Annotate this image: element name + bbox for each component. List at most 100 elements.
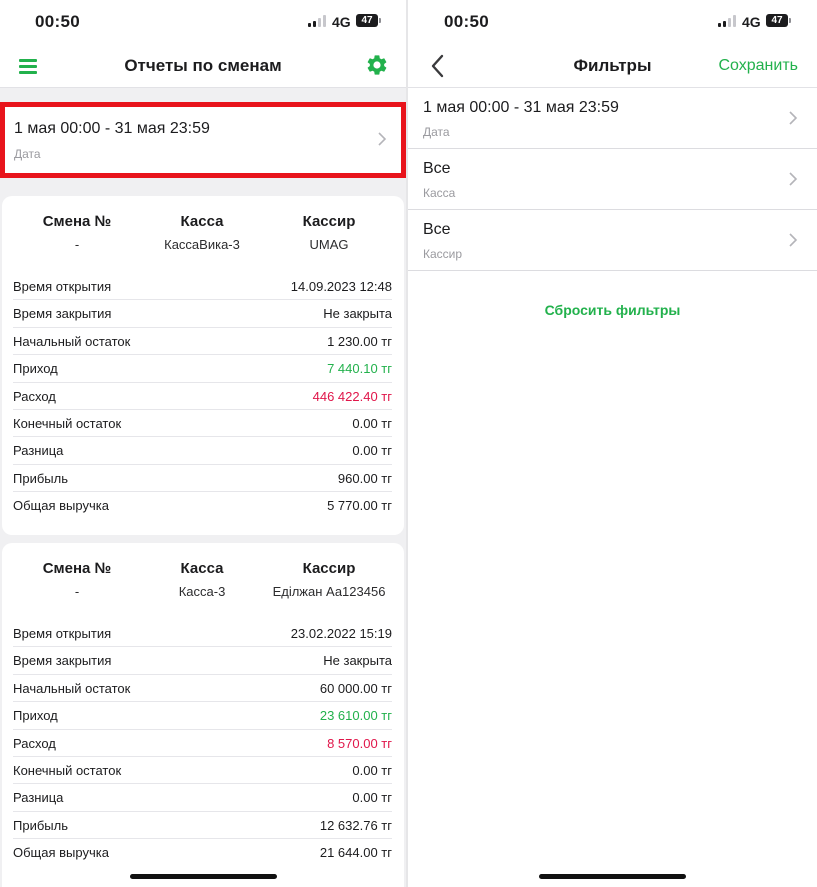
filter-caption: Кассир [423,247,463,261]
total-revenue-row: Общая выручка 5 770.00 тг [13,492,392,519]
signal-icon [718,15,736,27]
register-label: Касса [180,560,224,577]
shift-details: Время открытия 14.09.2023 12:48 Время зак… [13,273,392,520]
row-value: 0.00 тг [352,415,392,431]
row-label: Начальный остаток [13,333,131,349]
nav-bar: Фильтры Сохранить [408,44,817,88]
nav-bar: Отчеты по сменам [0,44,406,88]
row-label: Конечный остаток [13,415,122,431]
shift-card[interactable]: Смена № - Касса Касса-3 Кассир Еділжан А… [2,543,404,887]
row-value: 14.09.2023 12:48 [290,279,392,294]
row-label: Расход [13,388,56,404]
income-row: Приход 23 610.00 тг [13,702,392,730]
cashier-value: UMAG [309,237,349,252]
difference-row: Разница 0.00 тг [13,437,392,465]
cashier-column: Кассир UMAG [264,213,394,252]
date-range-value: 1 мая 00:00 - 31 мая 23:59 [14,120,210,137]
difference-row: Разница 0.00 тг [13,784,392,812]
save-button[interactable]: Сохранить [718,57,798,75]
expense-row: Расход 446 422.40 тг [13,383,392,410]
register-filter-item[interactable]: Все Касса [408,149,817,210]
chevron-right-icon [789,233,798,247]
expense-value: 8 570.00 тг [327,735,392,751]
shift-number-value: - [74,584,80,599]
total-revenue-row: Общая выручка 21 644.00 тг [13,839,392,866]
opening-time-row: Время открытия 14.09.2023 12:48 [13,273,392,301]
shift-reports-screen: 00:50 4G 47 Отчеты по сменам 1 мая 00:00… [0,0,406,887]
filters-screen: 00:50 4G 47 Фильтры Сохранить 1 мая 00:0… [408,0,817,887]
row-value: 0.00 тг [352,790,392,806]
reset-filters-button[interactable]: Сбросить фильтры [408,302,817,318]
row-label: Прибыль [13,470,68,486]
shift-card[interactable]: Смена № - Касса КассаВика-3 Кассир UMAG … [2,196,404,535]
row-value: 0.00 тг [352,762,392,778]
gear-icon[interactable] [365,53,389,77]
register-value: КассаВика-3 [164,237,240,252]
date-filter-card[interactable]: 1 мая 00:00 - 31 мая 23:59 Дата [0,102,406,178]
row-label: Время открытия [13,626,112,641]
filter-value: 1 мая 00:00 - 31 мая 23:59 [423,99,619,116]
income-row: Приход 7 440.10 тг [13,355,392,383]
filter-caption: Дата [423,125,450,139]
cashier-label: Кассир [302,213,356,230]
shift-number-label: Смена № [42,213,112,230]
opening-time-row: Время открытия 23.02.2022 15:19 [13,620,392,648]
row-label: Прибыль [13,817,68,833]
home-indicator[interactable] [539,874,686,879]
row-label: Время открытия [13,279,112,294]
battery-icon: 47 [356,14,381,27]
row-value: 60 000.00 тг [319,680,392,696]
row-value: 5 770.00 тг [327,498,392,514]
filter-value: Все [423,221,451,238]
chevron-right-icon [789,172,798,186]
status-bar: 00:50 4G 47 [408,0,817,44]
row-value: 21 644.00 тг [319,845,392,861]
page-title: Отчеты по сменам [124,56,282,75]
row-label: Приход [13,708,58,724]
opening-balance-row: Начальный остаток 1 230.00 тг [13,328,392,356]
profit-row: Прибыль 960.00 тг [13,465,392,493]
row-value: 0.00 тг [352,443,392,459]
cashier-filter-item[interactable]: Все Кассир [408,210,817,271]
row-value: 23.02.2022 15:19 [290,626,392,641]
network-label: 4G [742,14,761,30]
network-label: 4G [332,14,351,30]
status-time: 00:50 [35,12,80,31]
register-column: Касса Касса-3 [142,560,262,599]
home-indicator[interactable] [130,874,277,879]
battery-icon: 47 [766,14,791,27]
chevron-right-icon [789,111,798,125]
shift-details: Время открытия 23.02.2022 15:19 Время зак… [13,620,392,867]
row-label: Приход [13,361,58,377]
row-label: Расход [13,735,56,751]
row-label: Время закрытия [13,306,112,322]
row-value: 1 230.00 тг [327,333,392,349]
filter-list: 1 мая 00:00 - 31 мая 23:59 Дата Все Касс… [408,88,817,271]
closing-balance-row: Конечный остаток 0.00 тг [13,410,392,438]
cashier-column: Кассир Еділжан Аа123456 [260,560,398,599]
date-caption: Дата [14,147,41,161]
register-label: Касса [180,213,224,230]
status-time: 00:50 [444,12,489,31]
cashier-label: Кассир [302,560,356,577]
row-label: Время закрытия [13,653,112,669]
row-value: 12 632.76 тг [319,817,392,833]
date-filter-item[interactable]: 1 мая 00:00 - 31 мая 23:59 Дата [408,88,817,149]
expense-value: 446 422.40 тг [312,388,392,404]
row-value: Не закрыта [323,306,392,322]
income-value: 7 440.10 тг [327,361,392,377]
status-bar: 00:50 4G 47 [0,0,406,44]
row-label: Разница [13,443,64,459]
income-value: 23 610.00 тг [319,708,392,724]
opening-balance-row: Начальный остаток 60 000.00 тг [13,675,392,703]
profit-row: Прибыль 12 632.76 тг [13,812,392,840]
filter-value: Все [423,160,451,177]
row-label: Начальный остаток [13,680,131,696]
shift-number-column: Смена № - [29,560,125,599]
filter-caption: Касса [423,186,456,200]
row-label: Общая выручка [13,498,109,514]
closing-balance-row: Конечный остаток 0.00 тг [13,757,392,785]
signal-icon [308,15,326,27]
cashier-value: Еділжан Аа123456 [272,584,386,599]
shift-number-value: - [74,237,80,252]
